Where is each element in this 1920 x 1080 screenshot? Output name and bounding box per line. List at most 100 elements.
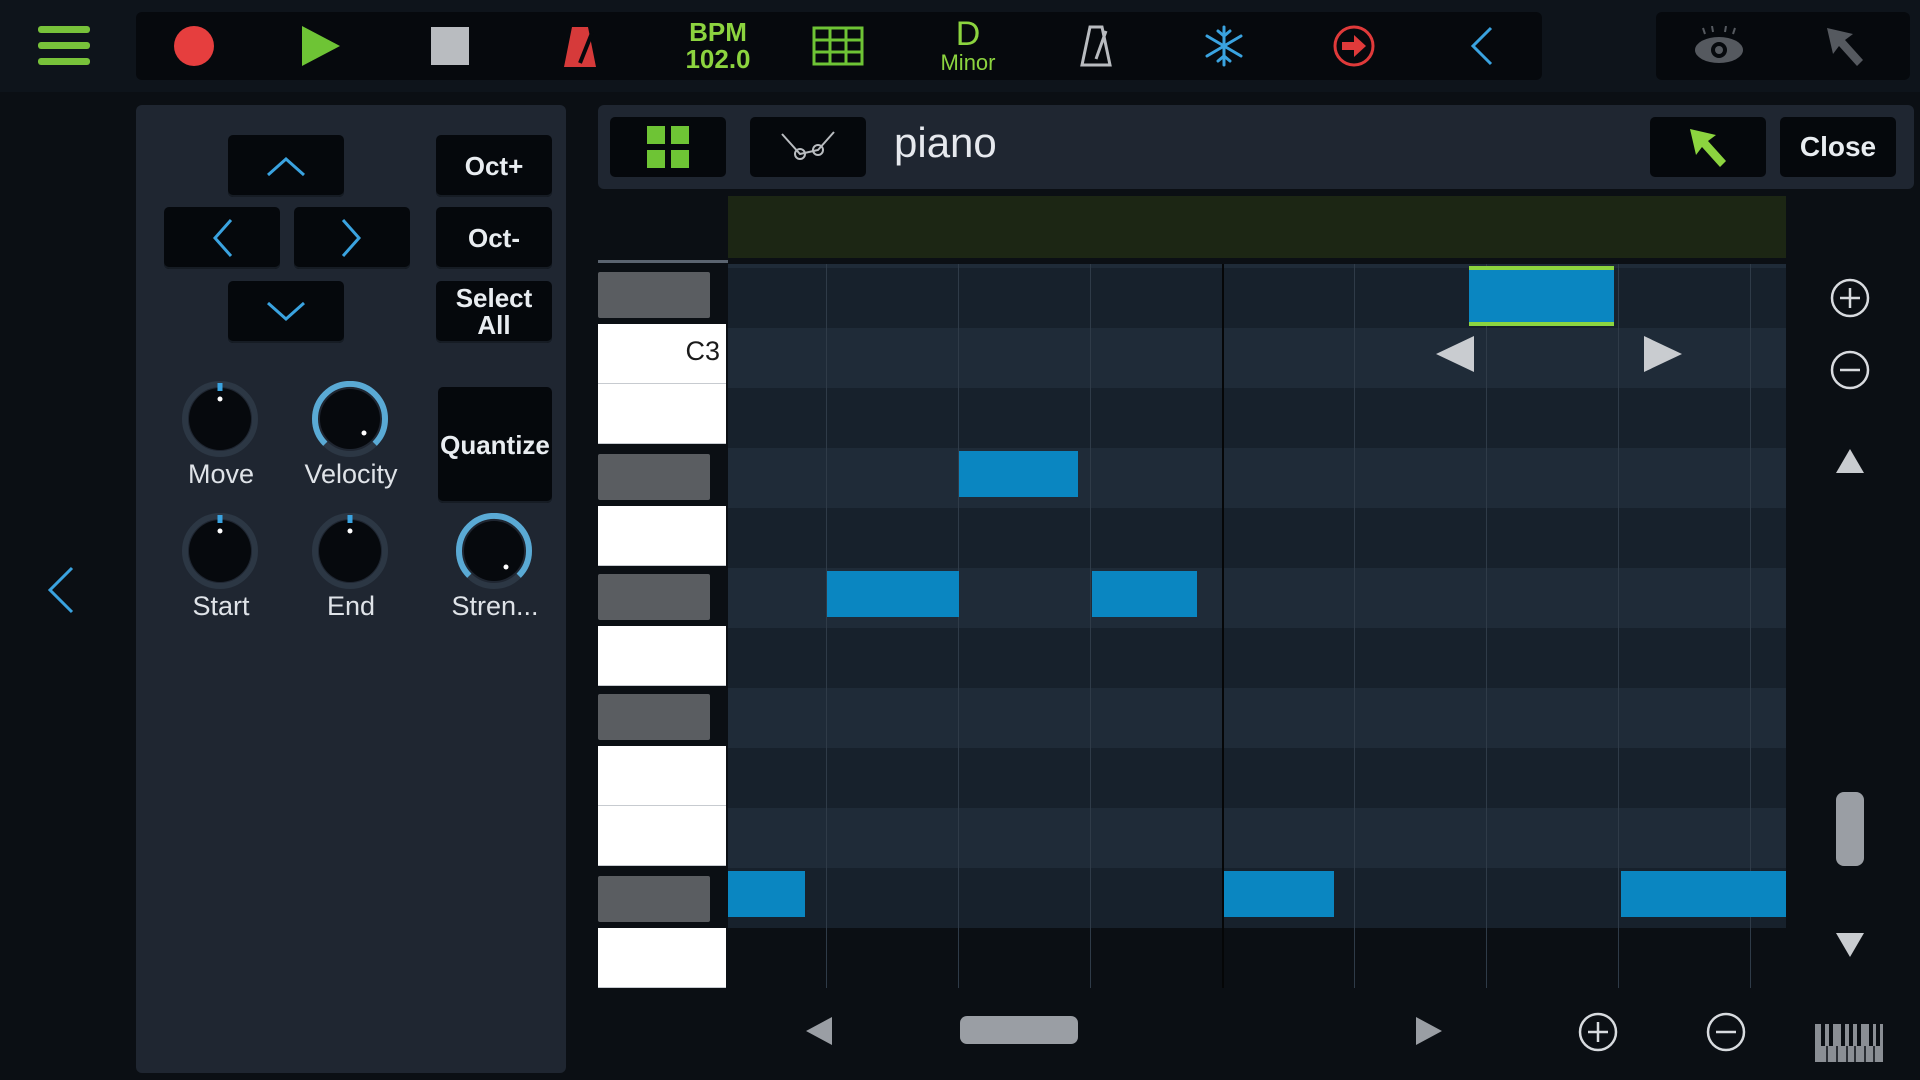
note-grid[interactable]: [728, 264, 1786, 988]
scroll-up-button[interactable]: [1830, 446, 1870, 476]
automation-view-button[interactable]: [750, 117, 866, 177]
record-icon: [174, 26, 214, 66]
cursor-arrow-icon: [1690, 129, 1726, 167]
stop-icon: [431, 27, 469, 65]
grid-row[interactable]: [728, 268, 1786, 328]
midi-note[interactable]: [827, 571, 960, 617]
pointer-mode-button[interactable]: [1790, 12, 1900, 80]
move-knob[interactable]: [182, 381, 258, 457]
quantize-label: Quantize: [440, 429, 550, 460]
vertical-scrollbar-thumb[interactable]: [1836, 792, 1864, 866]
octave-down-button[interactable]: Oct-: [436, 207, 552, 269]
strength-knob-label: Stren...: [451, 591, 539, 621]
close-label: Close: [1799, 131, 1877, 162]
start-knob[interactable]: [182, 513, 258, 589]
velocity-knob[interactable]: [312, 381, 388, 457]
grid-row[interactable]: [728, 688, 1786, 748]
instrument-name: piano: [894, 119, 997, 166]
keyboard-toggle-button[interactable]: [1812, 1018, 1886, 1066]
play-button[interactable]: [270, 12, 370, 80]
midi-note[interactable]: [959, 451, 1079, 497]
bpm-value: 102.0: [685, 44, 751, 74]
piano-key-c3[interactable]: C3: [598, 324, 726, 384]
grid-row[interactable]: [728, 328, 1786, 388]
zoom-in-horizontal-button[interactable]: [1576, 1010, 1620, 1054]
visibility-button[interactable]: [1664, 12, 1774, 80]
zoom-out-vertical-button[interactable]: [1828, 348, 1872, 392]
piano-key-white[interactable]: [598, 746, 726, 806]
close-button[interactable]: Close: [1780, 117, 1896, 177]
tuner-button[interactable]: [1046, 12, 1146, 80]
move-right-button[interactable]: [294, 207, 410, 269]
move-left-button[interactable]: [164, 207, 280, 269]
stop-button[interactable]: [400, 12, 500, 80]
midi-note[interactable]: [1620, 871, 1786, 917]
record-button[interactable]: [144, 12, 244, 80]
midi-note[interactable]: [1223, 871, 1334, 917]
piano-key-black[interactable]: [598, 454, 710, 500]
freeze-button[interactable]: [1174, 12, 1274, 80]
chevron-left-icon: [47, 566, 74, 614]
key-signature-button[interactable]: D Minor: [918, 12, 1018, 80]
piano-keys-icon: [1815, 1024, 1883, 1062]
arrow-right-circle-icon: [1333, 25, 1375, 67]
move-up-button[interactable]: [228, 135, 344, 197]
note-extend-right-handle[interactable]: [1642, 334, 1684, 374]
triangle-left-icon: [806, 1017, 832, 1045]
scroll-right-button[interactable]: [1412, 1014, 1446, 1048]
horizontal-scrollbar-thumb[interactable]: [960, 1016, 1078, 1044]
menu-icon[interactable]: [38, 26, 90, 68]
grid-row[interactable]: [728, 628, 1786, 688]
piano-key-white[interactable]: [598, 928, 726, 988]
grid-row[interactable]: [728, 388, 1786, 448]
beat-line: [1618, 264, 1619, 988]
midi-note[interactable]: [728, 871, 805, 917]
grid-row[interactable]: [728, 508, 1786, 568]
metronome-button[interactable]: [530, 12, 630, 80]
tuning-fork-icon: [1080, 25, 1112, 67]
select-tool-button[interactable]: [1650, 117, 1766, 177]
piano-key-white[interactable]: [598, 806, 726, 866]
key-root: D: [955, 15, 981, 53]
octave-up-button[interactable]: Oct+: [436, 135, 552, 197]
scroll-left-button[interactable]: [802, 1014, 836, 1048]
note-edit-panel: Oct+ Oct- Select All Move Velocity Quant…: [136, 105, 566, 1073]
move-down-button[interactable]: [228, 281, 344, 343]
piano-key-white[interactable]: [598, 506, 726, 566]
octave-up-label: Oct+: [464, 150, 524, 181]
end-knob[interactable]: [312, 513, 388, 589]
panel-collapse-button[interactable]: [40, 560, 90, 620]
grid-row[interactable]: [728, 748, 1786, 808]
triangle-up-icon: [1836, 449, 1864, 473]
piano-key-black[interactable]: [598, 574, 710, 620]
strength-knob[interactable]: [456, 513, 532, 589]
piano-key-black[interactable]: [598, 694, 710, 740]
back-button[interactable]: [1432, 12, 1532, 80]
piano-key-white[interactable]: [598, 384, 726, 444]
scroll-down-button[interactable]: [1830, 930, 1870, 960]
piano-key-white[interactable]: [598, 626, 726, 686]
selected-note[interactable]: [1468, 266, 1615, 326]
piano-key-black[interactable]: [598, 876, 710, 922]
export-button[interactable]: [1304, 12, 1404, 80]
select-all-label-line2: All: [477, 310, 511, 340]
plus-circle-icon: [1830, 278, 1870, 318]
grid-row[interactable]: [728, 808, 1786, 868]
bpm-display[interactable]: BPM 102.0: [658, 12, 778, 80]
select-all-button[interactable]: Select All: [436, 281, 552, 343]
piano-key-black[interactable]: [598, 272, 710, 318]
grid-button[interactable]: [788, 12, 888, 80]
beat-line: [1090, 264, 1091, 988]
bpm-label: BPM: [689, 17, 747, 47]
chevron-up-icon: [267, 156, 305, 177]
timeline-ruler[interactable]: [728, 196, 1786, 258]
zoom-out-horizontal-button[interactable]: [1704, 1010, 1748, 1054]
minus-circle-icon: [1706, 1012, 1746, 1052]
note-shrink-left-handle[interactable]: [1434, 334, 1476, 374]
grid-squares-icon: [647, 126, 689, 168]
quantize-button[interactable]: Quantize: [438, 387, 552, 503]
zoom-in-vertical-button[interactable]: [1828, 276, 1872, 320]
grid-row[interactable]: [728, 448, 1786, 508]
midi-note[interactable]: [1091, 571, 1198, 617]
pattern-view-button[interactable]: [610, 117, 726, 177]
